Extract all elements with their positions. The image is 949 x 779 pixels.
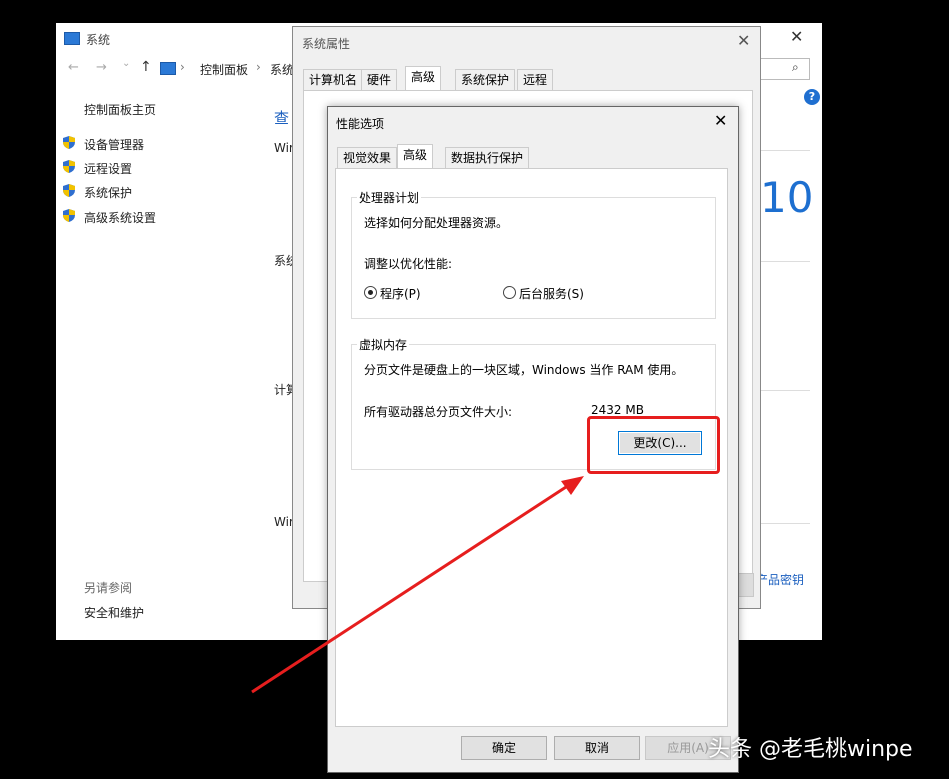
annotation-arrow bbox=[251, 476, 584, 694]
watermark-text: 头条 @老毛桃winpe bbox=[708, 737, 913, 762]
